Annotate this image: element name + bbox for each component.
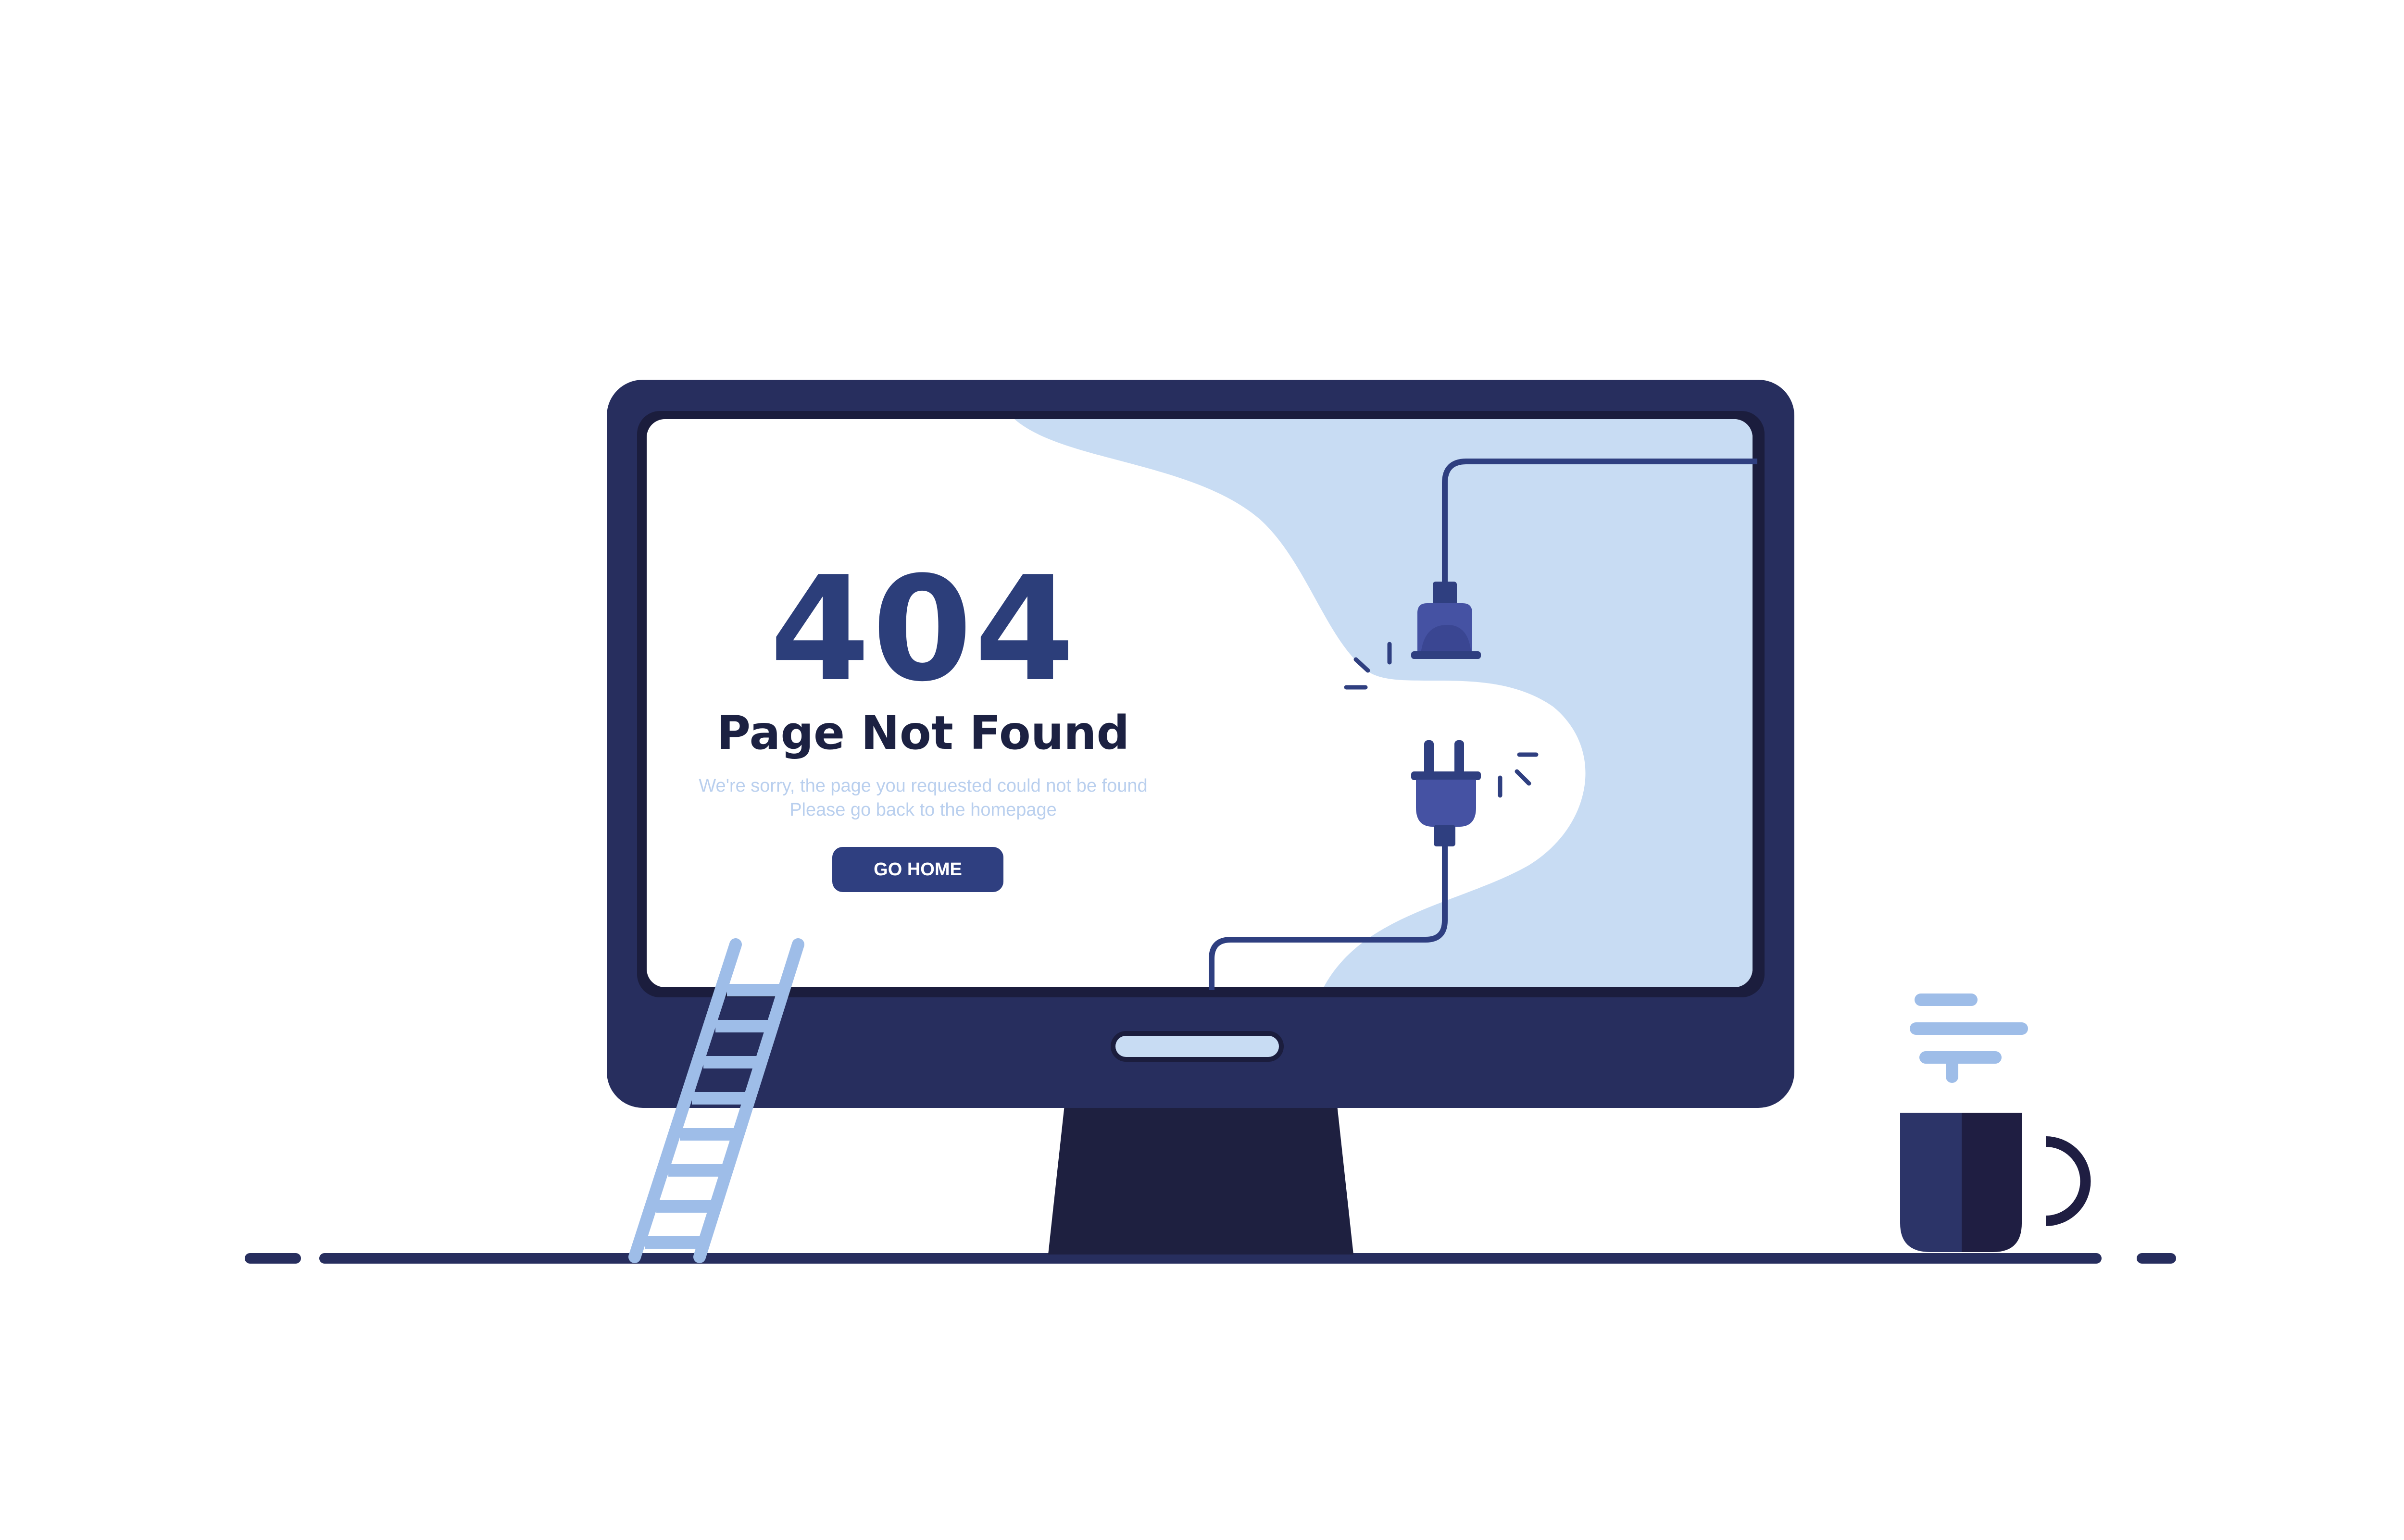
page-title: Page Not Found	[716, 706, 1130, 760]
error-code: 404	[769, 546, 1077, 713]
error-message-line-2: Please go back to the homepage	[789, 800, 1057, 820]
coffee-mug-icon	[1900, 1113, 2091, 1252]
error-404-illustration: 404 Page Not Found We're sorry, the page…	[0, 0, 2404, 1538]
go-home-button[interactable]: GO HOME	[832, 847, 1003, 892]
error-message-line-1: We're sorry, the page you requested coul…	[699, 776, 1148, 796]
monitor-stand	[1048, 1101, 1353, 1254]
scene-graphics	[245, 380, 2176, 1264]
steam-icon	[1910, 994, 2028, 1083]
